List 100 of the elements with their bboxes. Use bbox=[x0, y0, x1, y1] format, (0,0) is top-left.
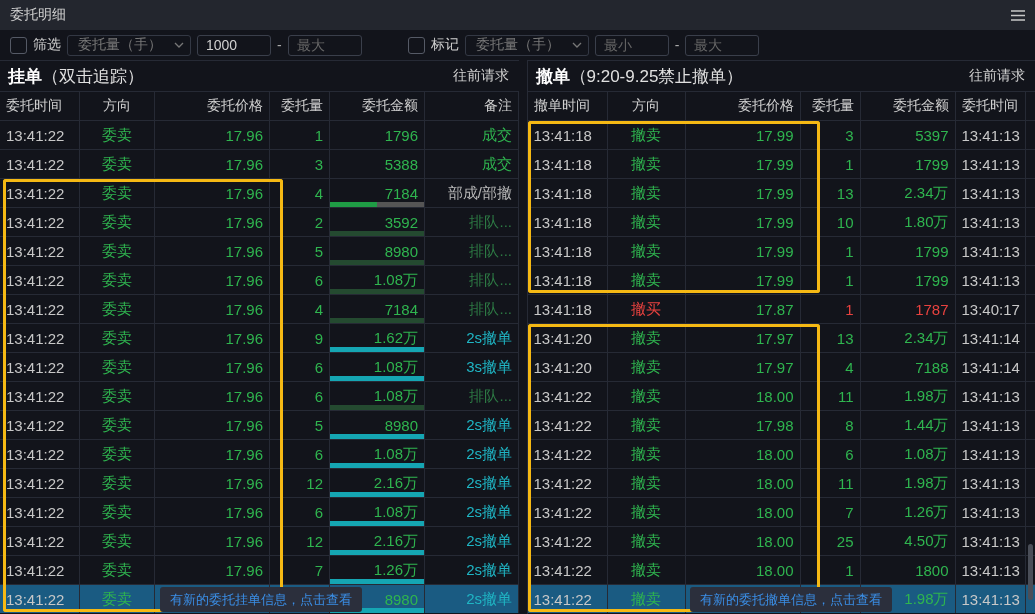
dropdown[interactable]: 委托量（手） bbox=[464, 34, 589, 56]
table-row[interactable]: 13:41:22 撤卖 18.00 6 1.08万 13:41:13 bbox=[527, 439, 1035, 468]
table-cell: 1 bbox=[800, 150, 861, 178]
table-cell: 17.98 bbox=[685, 411, 801, 439]
table-row[interactable]: 13:41:22 委卖 17.96 6 1.08万 排队... bbox=[0, 265, 519, 294]
table-cell: 13:41:22 bbox=[0, 295, 80, 323]
table-row[interactable]: 13:41:22 撤卖 18.00 11 1.98万 13:41:13 bbox=[527, 381, 1035, 410]
table-row[interactable]: 13:41:18 撤卖 17.99 13 2.34万 13:41:13 bbox=[527, 178, 1035, 207]
table-row[interactable]: 13:41:22 撤卖 18.00 11 1.98万 13:41:13 bbox=[527, 468, 1035, 497]
notification-toast[interactable]: 有新的委托撤单信息，点击查看 bbox=[689, 587, 892, 612]
notification-toast[interactable]: 有新的委托挂单信息，点击查看 bbox=[160, 587, 362, 612]
column-header: 委托金额 bbox=[330, 92, 425, 120]
table-cell: 17.96 bbox=[155, 353, 270, 381]
table-cell: 25 bbox=[800, 527, 861, 555]
range-dash: - bbox=[674, 37, 680, 53]
min-field[interactable]: 最小 bbox=[594, 34, 669, 56]
table-cell: 撤卖 bbox=[631, 589, 661, 609]
table-cell: 13:41:13 bbox=[955, 527, 1026, 555]
table-cell: 13:41:13 bbox=[955, 237, 1026, 265]
table-cell: 2s撤单 bbox=[425, 440, 519, 468]
table-cell: 13:41:22 bbox=[0, 353, 80, 381]
table-cell: 17.96 bbox=[155, 237, 270, 265]
table-row[interactable]: 13:41:22 撤卖 17.98 8 1.44万 13:41:13 bbox=[527, 410, 1035, 439]
table-row[interactable]: 13:41:22 委卖 17.96 9 1.62万 2s撤单 bbox=[0, 323, 519, 352]
table-cell: 委卖 bbox=[102, 444, 132, 464]
table-cell: 13 bbox=[800, 324, 861, 352]
table-cell: 13:41:22 bbox=[0, 179, 80, 207]
table-cell: 13:41:22 bbox=[527, 469, 608, 497]
table-row[interactable]: 13:41:22 委卖 17.96 5 8980 2s撤单 bbox=[0, 410, 519, 439]
load-earlier-link[interactable]: 往前请求 bbox=[452, 67, 509, 85]
table-cell: 13:41:22 bbox=[0, 527, 80, 555]
table-cell: 1 bbox=[800, 295, 861, 323]
table-cell: 1.26万 bbox=[860, 498, 956, 526]
table-cell: 委卖 bbox=[102, 357, 132, 377]
column-header: 委托价格 bbox=[685, 92, 801, 120]
table-cell: 13:41:22 bbox=[527, 585, 608, 613]
table-row[interactable]: 13:41:22 委卖 17.96 1 1796 成交 bbox=[0, 120, 519, 149]
table-row[interactable]: 13:41:18 撤买 17.87 1 1787 13:40:17 bbox=[527, 294, 1035, 323]
table-row[interactable]: 13:41:22 委卖 17.96 3 5388 成交 bbox=[0, 149, 519, 178]
column-header: 方向 bbox=[80, 92, 155, 120]
table-row[interactable]: 13:41:22 委卖 17.96 6 1.08万 2s撤单 bbox=[0, 439, 519, 468]
table-cell: 成交 bbox=[425, 121, 519, 149]
table-cell: 撤卖 bbox=[631, 444, 661, 464]
table-cell: 1.62万 bbox=[330, 324, 425, 352]
table-row[interactable]: 13:41:22 委卖 17.96 4 7184 部成/部撤 bbox=[0, 178, 519, 207]
table-row[interactable]: 13:41:18 撤卖 17.99 3 5397 13:41:13 bbox=[527, 120, 1035, 149]
table-cell: 17.96 bbox=[155, 440, 270, 468]
dropdown[interactable]: 委托量（手） bbox=[67, 34, 191, 56]
table-cell: 17.99 bbox=[685, 208, 801, 236]
table-cell: 委卖 bbox=[102, 154, 132, 174]
table-row[interactable]: 13:41:22 委卖 17.96 2 3592 排队... bbox=[0, 207, 519, 236]
max-field[interactable]: 最大 bbox=[287, 34, 362, 56]
table-cell: 13 bbox=[800, 179, 861, 207]
table-cell: 13:41:13 bbox=[955, 440, 1026, 468]
table-row[interactable]: 13:41:22 委卖 17.96 4 7184 排队... bbox=[0, 294, 519, 323]
checkbox[interactable] bbox=[10, 36, 27, 54]
table-cell: 13:41:18 bbox=[527, 208, 608, 236]
table-cell: 10 bbox=[800, 208, 861, 236]
table-cell: 13:41:18 bbox=[527, 295, 608, 323]
table-cell: 6 bbox=[800, 440, 861, 468]
table-row[interactable]: 13:41:22 委卖 17.96 6 1.08万 2s撤单 bbox=[0, 497, 519, 526]
table-cell: 13:41:22 bbox=[527, 498, 608, 526]
checkbox[interactable] bbox=[407, 36, 425, 54]
table-cell: 11 bbox=[800, 382, 861, 410]
table-row[interactable]: 13:41:22 委卖 17.96 6 1.08万 排队... bbox=[0, 381, 519, 410]
table-cell: 2s撤单 bbox=[425, 469, 519, 497]
table-cell: 2s撤单 bbox=[425, 324, 519, 352]
max-field[interactable]: 最大 bbox=[685, 34, 760, 56]
table-cell: 8980 bbox=[330, 411, 425, 439]
table-row[interactable]: 13:41:20 撤卖 17.97 13 2.34万 13:41:14 bbox=[527, 323, 1035, 352]
scrollbar-thumb[interactable] bbox=[1028, 544, 1033, 600]
menu-icon[interactable] bbox=[1011, 9, 1025, 21]
table-row[interactable]: 13:41:22 撤卖 18.00 7 1.26万 13:41:13 bbox=[527, 497, 1035, 526]
table-row[interactable]: 13:41:22 委卖 17.96 6 1.08万 3s撤单 bbox=[0, 352, 519, 381]
table-cell: 17.99 bbox=[685, 179, 801, 207]
table-cell: 3592 bbox=[330, 208, 425, 236]
table-cell: 13:41:22 bbox=[527, 411, 608, 439]
table-row[interactable]: 13:41:18 撤卖 17.99 1 1799 13:41:13 bbox=[527, 149, 1035, 178]
table-cell: 3 bbox=[270, 150, 330, 178]
table-row[interactable]: 13:41:22 委卖 17.96 12 2.16万 2s撤单 bbox=[0, 526, 519, 555]
column-header: 委托价格 bbox=[155, 92, 270, 120]
table-row[interactable]: 13:41:22 撤卖 18.00 25 4.50万 13:41:13 bbox=[527, 526, 1035, 555]
table-cell: 13:41:22 bbox=[0, 150, 80, 178]
table-row[interactable]: 13:41:18 撤卖 17.99 1 1799 13:41:13 bbox=[527, 236, 1035, 265]
load-earlier-link[interactable]: 往前请求 bbox=[969, 67, 1025, 85]
table-cell: 13:41:20 bbox=[527, 324, 608, 352]
table-row[interactable]: 13:41:18 撤卖 17.99 1 1799 13:41:13 bbox=[527, 265, 1035, 294]
table-cell: 委卖 bbox=[102, 270, 132, 290]
table-cell: 1 bbox=[800, 237, 861, 265]
table-cell: 13:41:18 bbox=[527, 179, 608, 207]
table-row[interactable]: 13:41:18 撤卖 17.99 10 1.80万 13:41:13 bbox=[527, 207, 1035, 236]
table-cell: 17.87 bbox=[685, 295, 801, 323]
table-cell: 成交 bbox=[425, 150, 519, 178]
table-cell: 17.99 bbox=[685, 121, 801, 149]
min-field[interactable]: 1000 bbox=[197, 34, 271, 56]
table-row[interactable]: 13:41:22 委卖 17.96 5 8980 排队... bbox=[0, 236, 519, 265]
table-cell: 2.34万 bbox=[860, 179, 956, 207]
table-cell: 18.00 bbox=[685, 498, 801, 526]
table-row[interactable]: 13:41:20 撤卖 17.97 4 7188 13:41:14 bbox=[527, 352, 1035, 381]
table-row[interactable]: 13:41:22 委卖 17.96 12 2.16万 2s撤单 bbox=[0, 468, 519, 497]
